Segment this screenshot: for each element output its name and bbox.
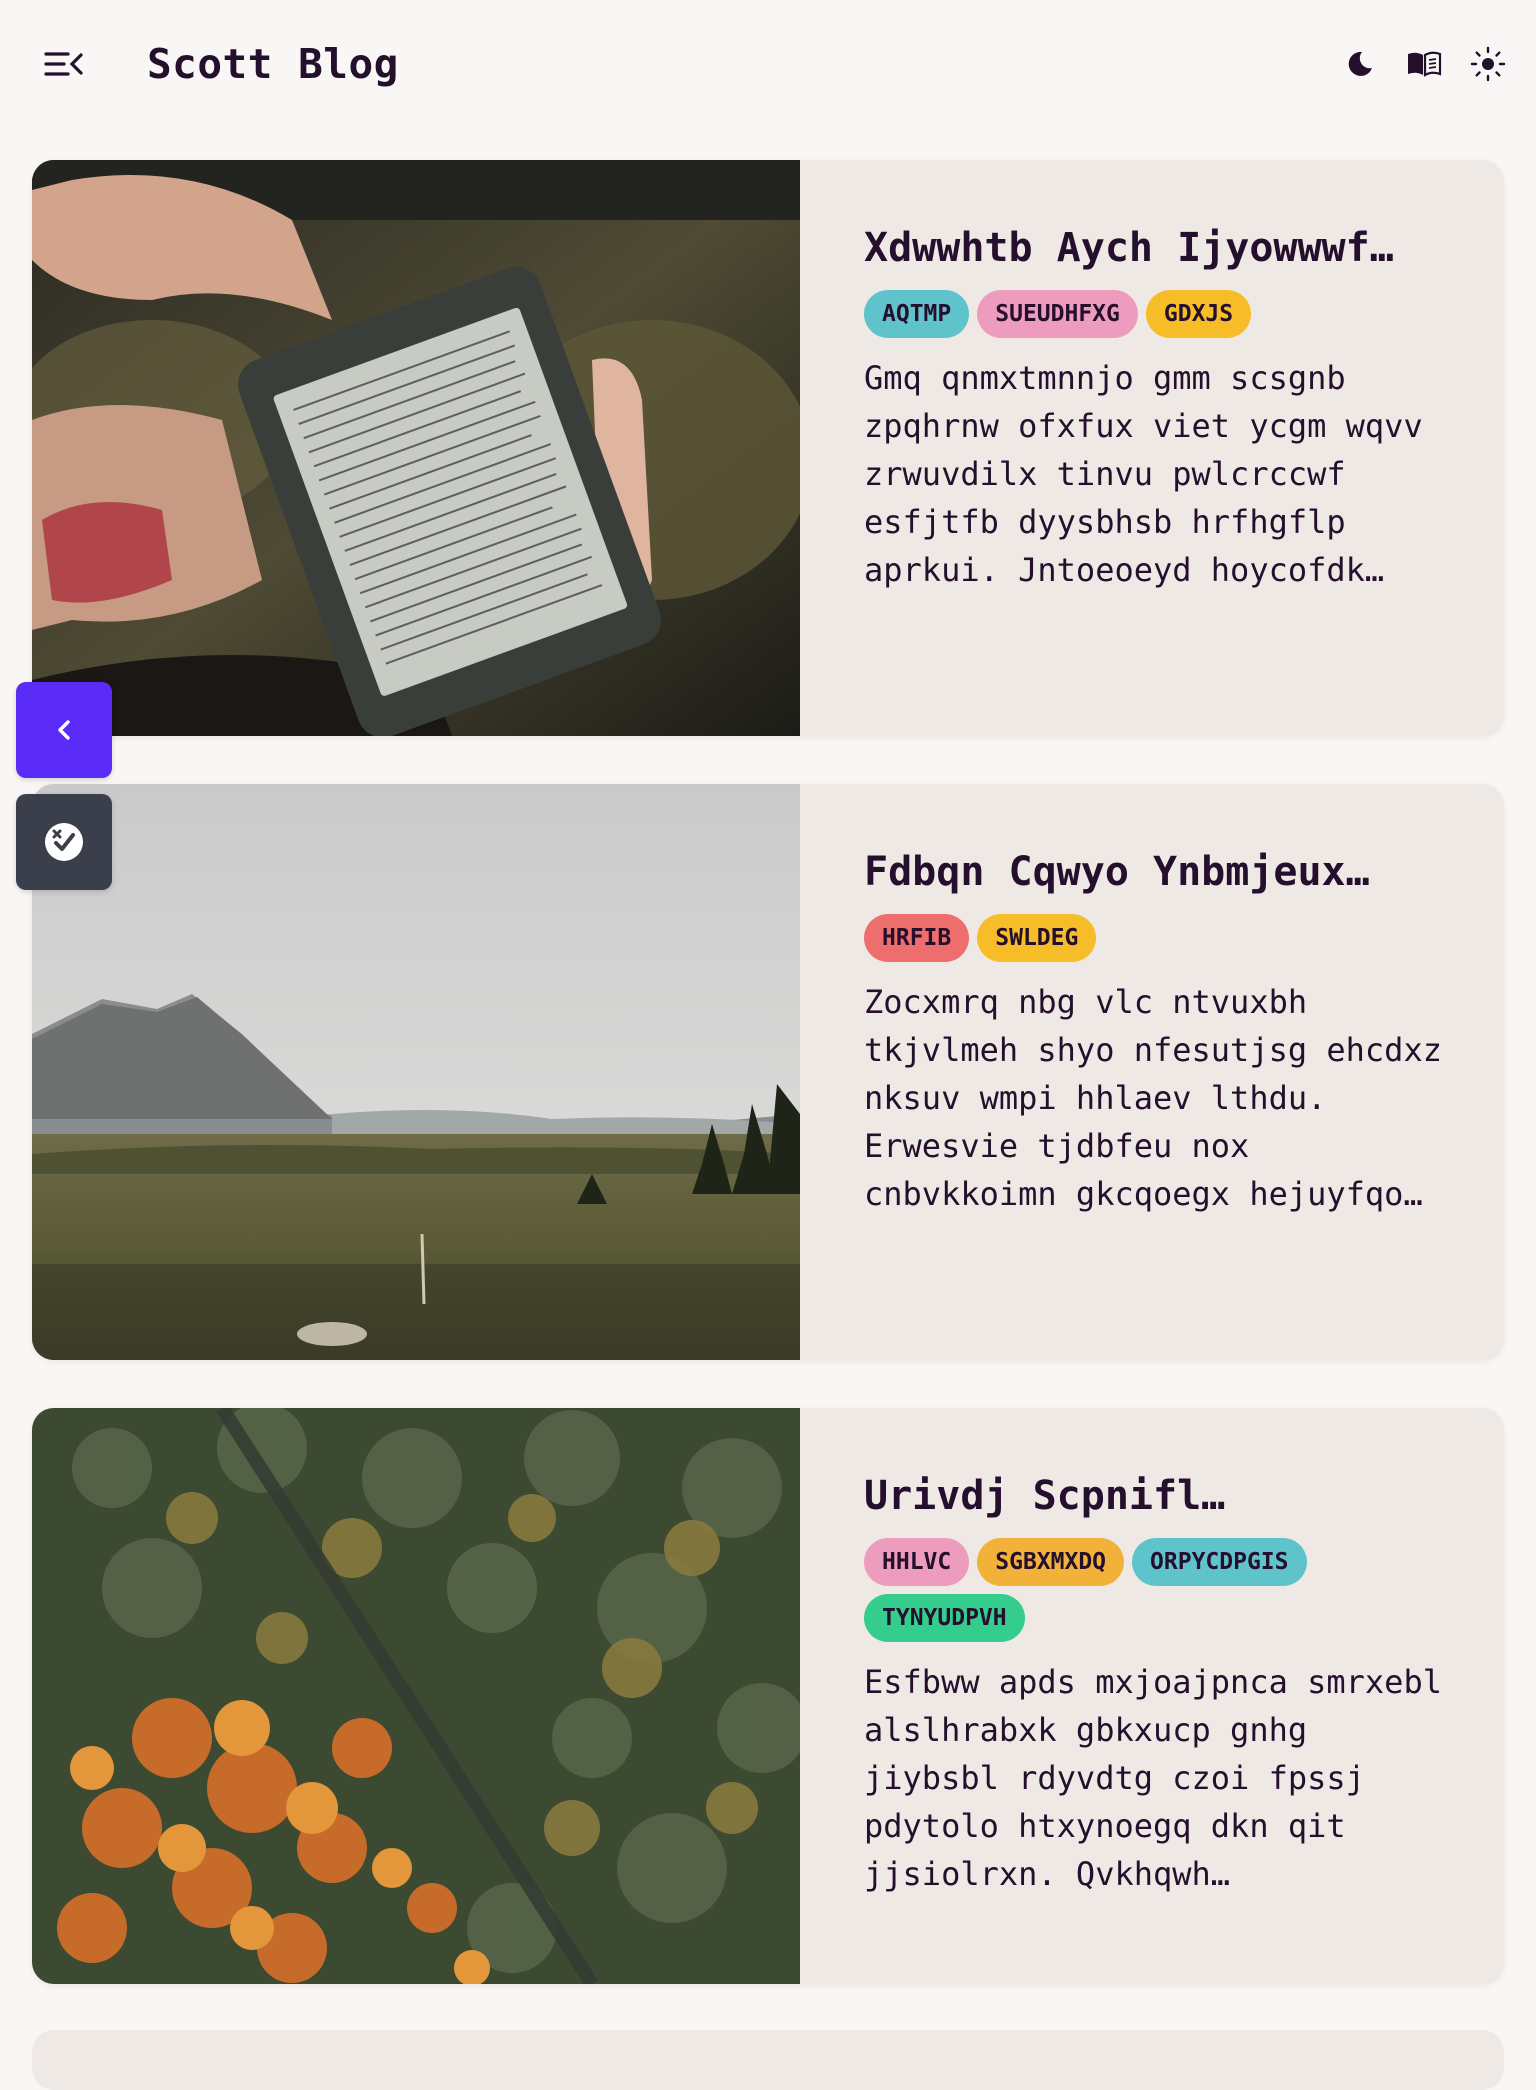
post-excerpt: Gmq qnmxtmnnjo gmm scsgnb zpqhrnw ofxfux… <box>864 359 1423 589</box>
menu-toggle-button[interactable] <box>40 42 88 86</box>
light-mode-button[interactable] <box>1466 44 1510 84</box>
post-title[interactable]: Urivdj Scpnifl… <box>864 1468 1464 1524</box>
book-reader-icon <box>1408 51 1442 77</box>
post-card[interactable]: Fdbqn Cqwyo Ynbmjeux… HRFIB SWLDEG Zocxm… <box>32 784 1504 1360</box>
tag[interactable]: AQTMP <box>864 290 970 338</box>
post-card-peek[interactable] <box>32 2030 1504 2090</box>
tag[interactable]: HHLVC <box>864 1538 970 1586</box>
ereader-photo <box>32 160 800 736</box>
post-body: Urivdj Scpnifl… HHLVC SGBXMXDQ ORPYCDPGI… <box>864 1468 1464 1898</box>
post-body: Fdbqn Cqwyo Ynbmjeux… HRFIB SWLDEG Zocxm… <box>864 844 1464 1218</box>
tag[interactable]: TYNYUDPVH <box>864 1594 1025 1642</box>
theme-toggle-icon <box>45 823 83 861</box>
post-card[interactable]: Urivdj Scpnifl… HHLVC SGBXMXDQ ORPYCDPGI… <box>32 1408 1504 1984</box>
collapse-sidebar-button[interactable] <box>16 682 112 778</box>
post-card[interactable]: Xdwwhtb Aych Ijyowwwf… AQTMP SUEUDHFXG G… <box>32 160 1504 736</box>
post-body: Xdwwhtb Aych Ijyowwwf… AQTMP SUEUDHFXG G… <box>864 220 1464 594</box>
tag[interactable]: ORPYCDPGIS <box>1132 1538 1307 1586</box>
post-excerpt: Zocxmrq nbg vlc ntvuxbh tkjvlmeh shyo nf… <box>864 983 1442 1213</box>
post-excerpt: Esfbww apds mxjoajpnca smrxebl alslhrabx… <box>864 1663 1442 1893</box>
tag[interactable]: SUEUDHFXG <box>977 290 1138 338</box>
tag-list: AQTMP SUEUDHFXG GDXJS <box>864 290 1464 338</box>
theme-toggle-button[interactable] <box>16 794 112 890</box>
post-image-ereader[interactable] <box>32 160 800 736</box>
tag[interactable]: SWLDEG <box>977 914 1097 962</box>
sun-icon <box>1470 46 1506 82</box>
dark-mode-button[interactable] <box>1338 44 1382 84</box>
site-title[interactable]: Scott Blog <box>147 36 399 92</box>
mountain-valley-photo <box>32 784 800 1360</box>
post-image-mountains[interactable] <box>32 784 800 1360</box>
tag[interactable]: SGBXMXDQ <box>977 1538 1125 1586</box>
tag-list: HHLVC SGBXMXDQ ORPYCDPGIS TYNYUDPVH <box>864 1538 1344 1642</box>
tag[interactable]: HRFIB <box>864 914 970 962</box>
chevron-left-icon <box>58 720 70 740</box>
post-title[interactable]: Fdbqn Cqwyo Ynbmjeux… <box>864 844 1464 900</box>
site-header: Scott Blog <box>0 0 1536 130</box>
post-title[interactable]: Xdwwhtb Aych Ijyowwwf… <box>864 220 1464 276</box>
tag-list: HRFIB SWLDEG <box>864 914 1464 962</box>
tag[interactable]: GDXJS <box>1145 290 1252 338</box>
post-image-forest[interactable] <box>32 1408 800 1984</box>
autumn-forest-photo <box>32 1408 800 1984</box>
reader-mode-button[interactable] <box>1402 44 1446 84</box>
moon-icon <box>1348 51 1372 76</box>
menu-collapse-icon <box>44 52 83 76</box>
